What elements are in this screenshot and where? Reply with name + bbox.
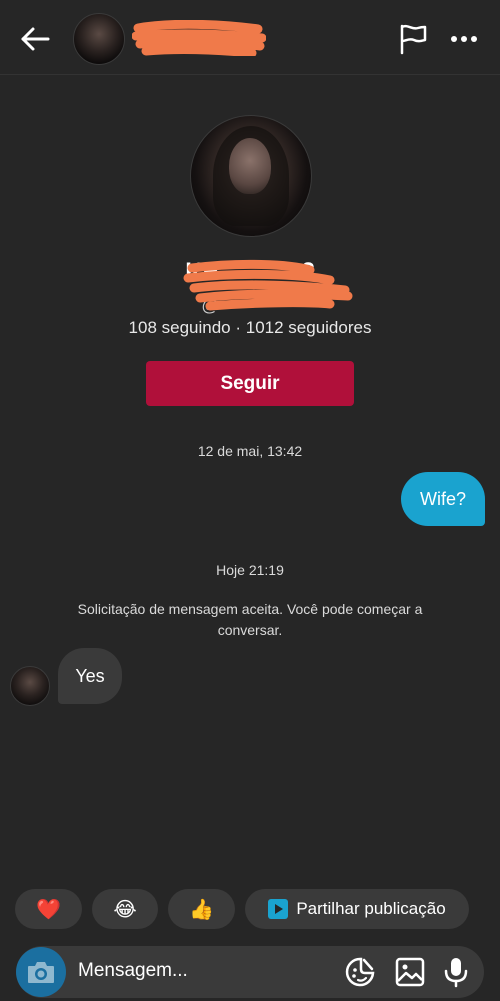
quick-reply-heart[interactable]: ❤️	[15, 889, 82, 929]
share-post-label: Partilhar publicação	[296, 899, 446, 918]
microphone-icon[interactable]	[440, 956, 472, 988]
profile-avatar[interactable]	[190, 115, 312, 237]
avatar-face	[229, 138, 271, 194]
share-post-button[interactable]: Partilhar publicação	[245, 889, 469, 929]
back-button[interactable]	[18, 22, 52, 56]
quick-reply-laugh[interactable]: 😂	[92, 889, 158, 929]
camera-icon	[28, 962, 54, 983]
follow-button[interactable]: Seguir	[146, 361, 354, 406]
flag-icon	[400, 24, 427, 55]
sent-message-bubble[interactable]: Wife?	[401, 472, 485, 526]
quick-reply-thumbs-up[interactable]: 👍	[168, 889, 235, 929]
received-message-bubble[interactable]: Yes	[58, 648, 122, 704]
message-input[interactable]: Mensagem...	[78, 960, 188, 982]
header-avatar[interactable]	[73, 13, 125, 65]
camera-button[interactable]	[16, 947, 66, 997]
thumbs-up-icon: 👍	[189, 898, 214, 921]
redaction-scribble	[132, 20, 266, 56]
chat-header: K	[0, 0, 500, 75]
message-composer: Mensagem...	[16, 946, 484, 998]
arrow-left-icon	[21, 27, 50, 51]
play-square-icon	[268, 899, 289, 919]
message-timestamp: Hoje 21:19	[216, 562, 284, 578]
laughing-face-icon: 😂	[113, 898, 137, 921]
sticker-icon[interactable]	[344, 956, 376, 988]
system-message: Solicitação de mensagem aceita. Você pod…	[77, 601, 423, 638]
message-timestamp: 12 de mai, 13:42	[197, 443, 303, 459]
heart-icon: ❤️	[36, 898, 61, 921]
sender-avatar[interactable]	[10, 666, 50, 706]
image-icon[interactable]	[394, 956, 426, 988]
report-button[interactable]	[397, 22, 429, 56]
more-options-button[interactable]	[446, 24, 482, 54]
more-horizontal-icon	[451, 36, 477, 42]
follow-stats: 108 seguindo · 1012 seguidores	[128, 318, 372, 337]
